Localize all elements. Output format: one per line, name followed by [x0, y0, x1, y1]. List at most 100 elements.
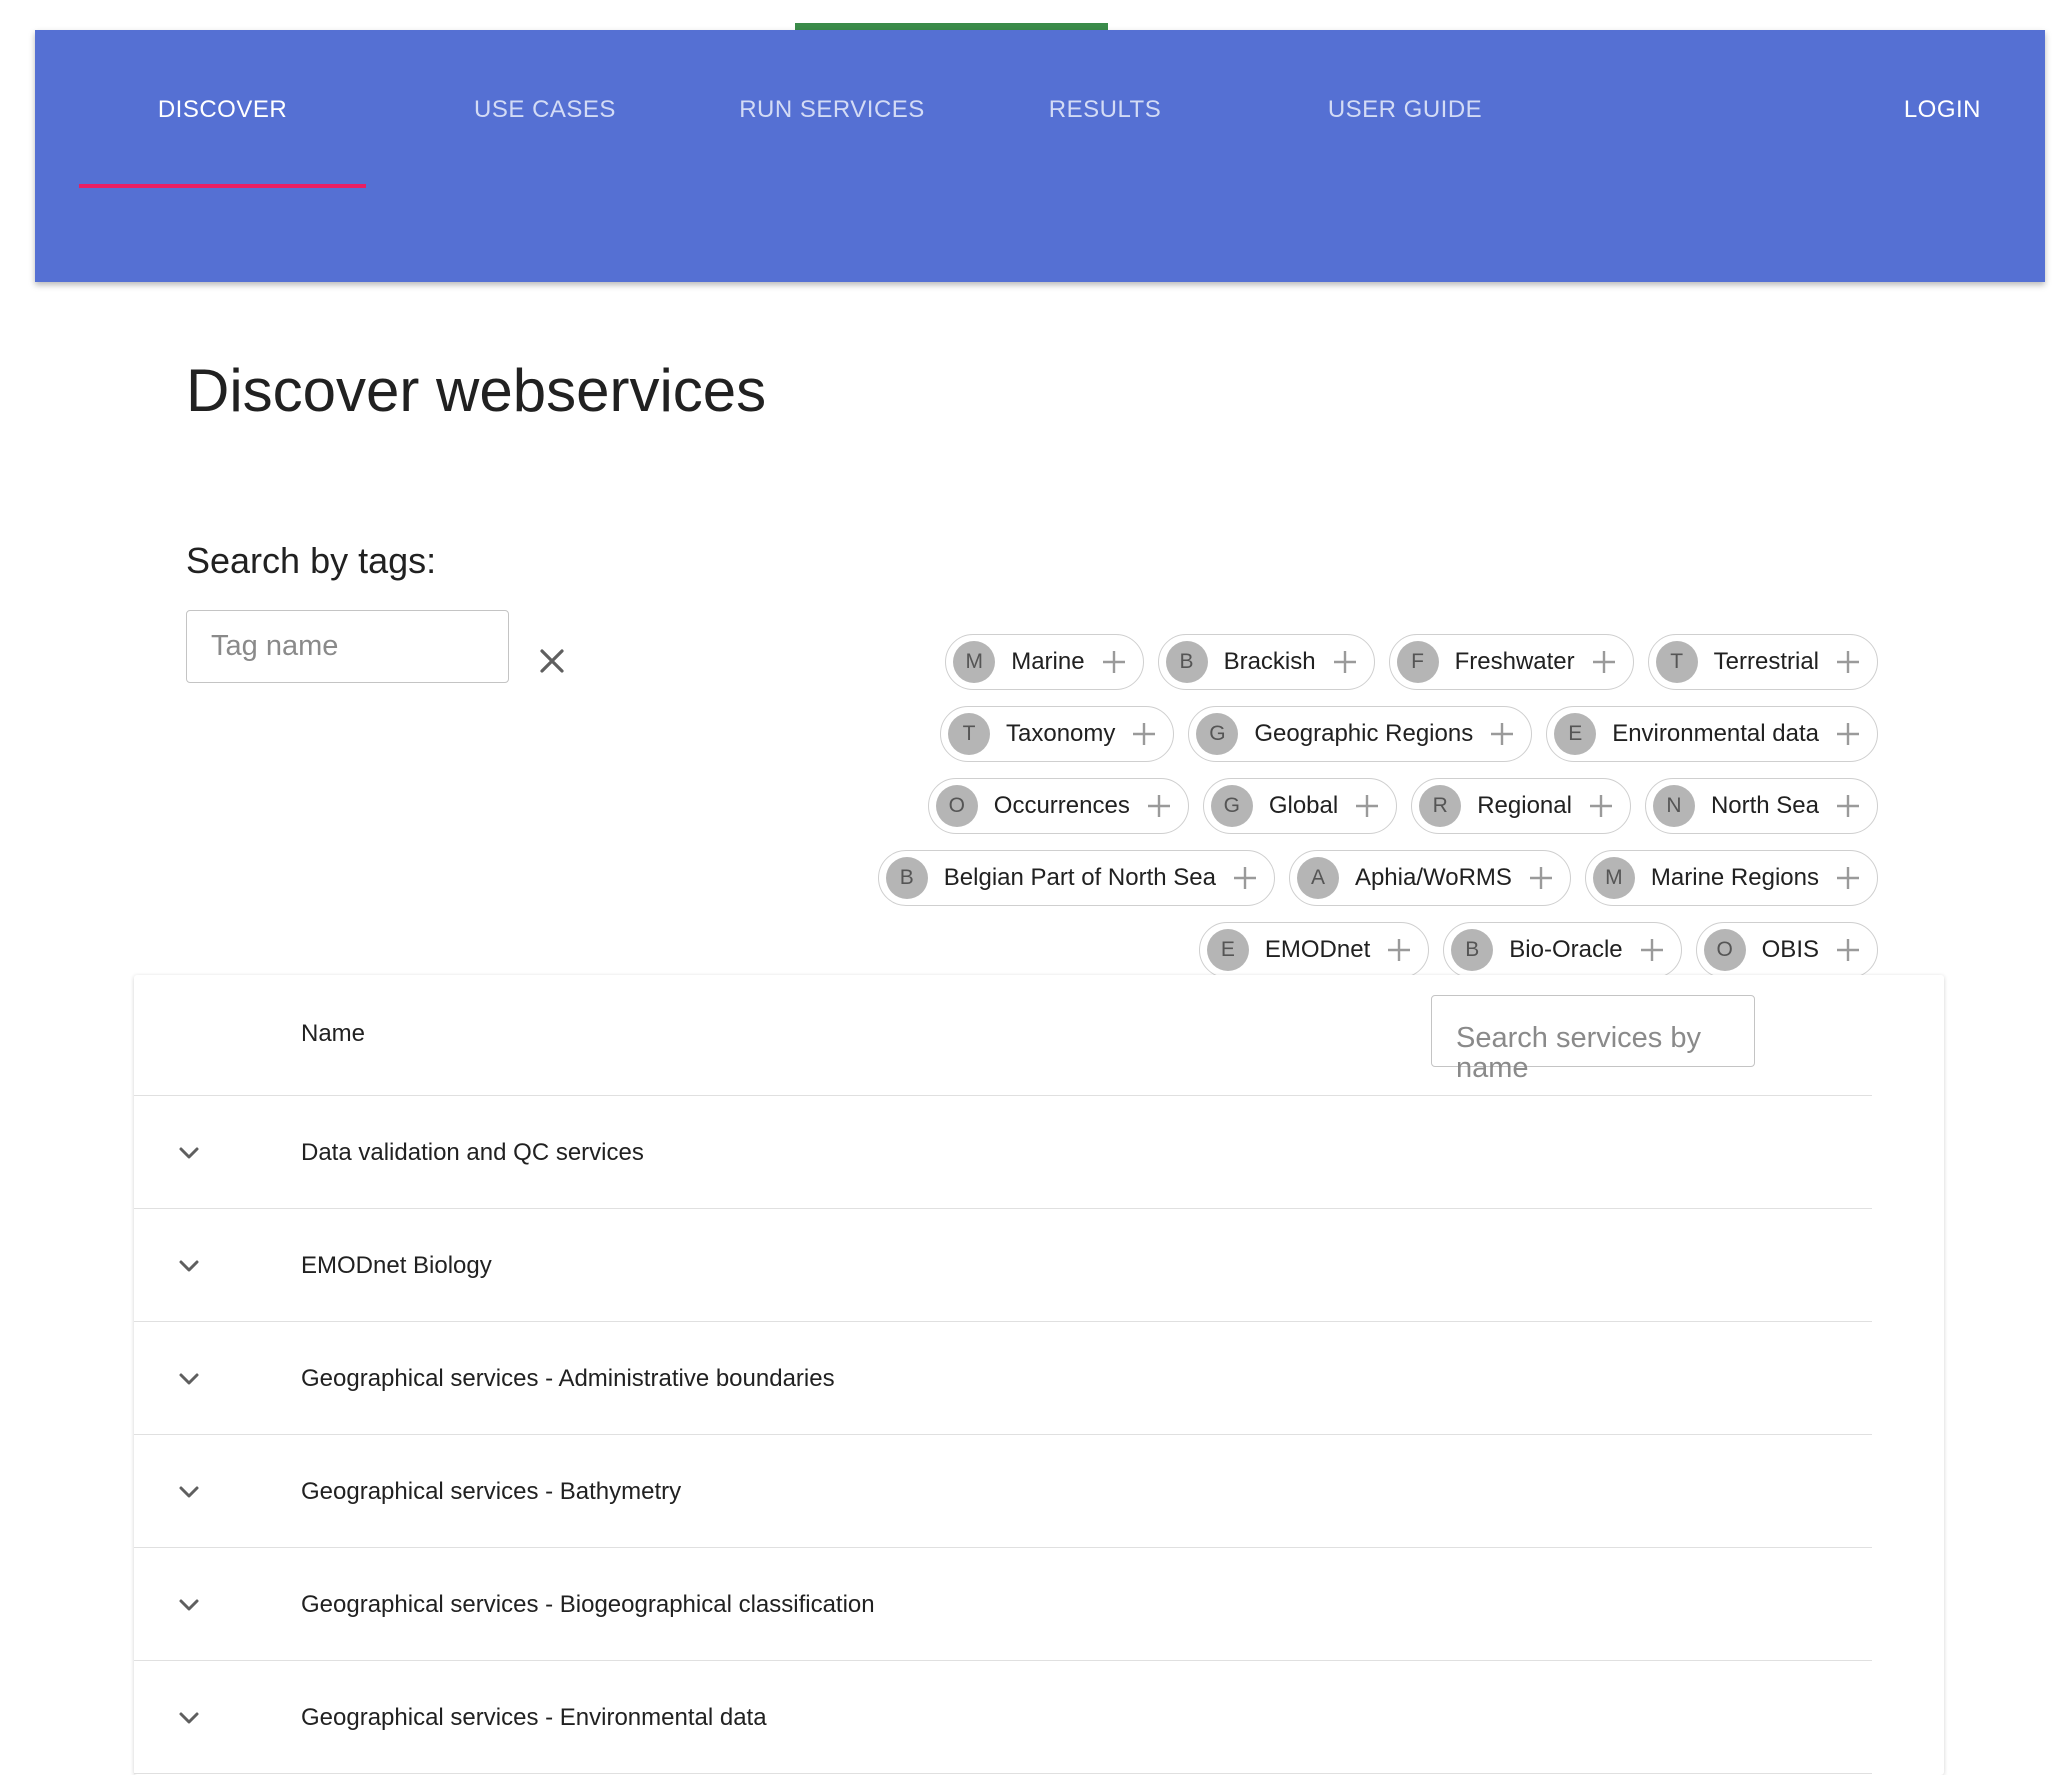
search-by-tags-label: Search by tags:	[186, 540, 437, 581]
table-row[interactable]: EMODnet Biology	[134, 1209, 1872, 1322]
page-title: Discover webservices	[186, 357, 767, 424]
tag-chip-label: Bio-Oracle	[1509, 936, 1623, 963]
table-header: Name Search services by name	[134, 975, 1872, 1096]
tag-chip-avatar: T	[1655, 641, 1698, 683]
service-group-label: Geographical services - Biogeographical …	[301, 1590, 875, 1618]
tag-chip-avatar: M	[1592, 857, 1635, 899]
chevron-down-icon[interactable]	[174, 1251, 204, 1281]
column-header-name: Name	[301, 1020, 366, 1047]
tag-chip[interactable]: O Occurrences	[927, 778, 1189, 834]
tag-chip-label: Geographic Regions	[1254, 720, 1474, 747]
service-group-label: Geographical services - Bathymetry	[301, 1477, 682, 1505]
tag-chip-label: Environmental data	[1612, 720, 1819, 747]
plus-icon[interactable]	[1835, 793, 1861, 819]
tag-chip[interactable]: E Environmental data	[1546, 706, 1878, 762]
tag-chip-label: Terrestrial	[1713, 648, 1819, 675]
tag-chip[interactable]: T Terrestrial	[1647, 634, 1878, 690]
tag-chip-label: Freshwater	[1454, 648, 1575, 675]
tag-chip-avatar: E	[1206, 929, 1249, 971]
tag-chip[interactable]: B Brackish	[1157, 634, 1375, 690]
table-row[interactable]: Geographical services - Environmental da…	[134, 1661, 1872, 1774]
tab-run-services[interactable]: RUN SERVICES	[702, 30, 962, 190]
plus-icon[interactable]	[1489, 721, 1515, 747]
table-row[interactable]: Geographical services - Bathymetry	[134, 1435, 1872, 1548]
plus-icon[interactable]	[1835, 721, 1861, 747]
active-tab-indicator	[79, 184, 366, 188]
top-navbar: DISCOVER USE CASES RUN SERVICES RESULTS …	[35, 30, 2045, 282]
plus-icon[interactable]	[1835, 649, 1861, 675]
tag-chip-avatar: O	[935, 785, 978, 827]
tag-chip-label: Regional	[1477, 792, 1572, 819]
chevron-down-icon[interactable]	[174, 1703, 204, 1733]
plus-icon[interactable]	[1354, 793, 1380, 819]
tag-chip-label: Brackish	[1223, 648, 1316, 675]
service-group-label: Data validation and QC services	[301, 1138, 644, 1166]
tag-chip-label: Aphia/WoRMS	[1354, 864, 1512, 891]
top-accent-bar	[795, 23, 1108, 30]
tab-discover[interactable]: DISCOVER	[79, 30, 366, 190]
tag-chip-avatar: M	[953, 641, 996, 683]
tab-user-guide[interactable]: USER GUIDE	[1280, 30, 1530, 190]
tag-chip-avatar: R	[1419, 785, 1462, 827]
tag-chip[interactable]: M Marine	[945, 634, 1144, 690]
tag-chip-label: Occurrences	[993, 792, 1130, 819]
plus-icon[interactable]	[1332, 649, 1358, 675]
tag-chip-label: EMODnet	[1264, 936, 1371, 963]
clear-icon[interactable]	[532, 641, 572, 681]
plus-icon[interactable]	[1528, 865, 1554, 891]
service-group-label: EMODnet Biology	[301, 1251, 492, 1279]
tag-chip-label: Marine	[1011, 648, 1085, 675]
tag-chip[interactable]: A Aphia/WoRMS	[1288, 850, 1571, 906]
plus-icon[interactable]	[1588, 793, 1614, 819]
plus-icon[interactable]	[1591, 649, 1617, 675]
login-button[interactable]: LOGIN	[1904, 30, 1981, 190]
tag-chip-list: M Marine B Brackish F Freshwater T Terrestrial T…	[700, 634, 1878, 978]
tag-chip[interactable]: T Taxonomy	[940, 706, 1175, 762]
tag-chip-label: Belgian Part of North Sea	[943, 864, 1216, 891]
tag-chip[interactable]: M Marine Regions	[1584, 850, 1878, 906]
tag-chip-avatar: O	[1703, 929, 1746, 971]
chevron-down-icon[interactable]	[174, 1138, 204, 1168]
tag-chip-label: Global	[1268, 792, 1339, 819]
plus-icon[interactable]	[1232, 865, 1258, 891]
tag-chip-avatar: E	[1554, 713, 1597, 755]
tag-chip[interactable]: O OBIS	[1695, 922, 1878, 978]
tab-results[interactable]: RESULTS	[1005, 30, 1205, 190]
tag-chip[interactable]: B Belgian Part of North Sea	[877, 850, 1275, 906]
plus-icon[interactable]	[1101, 649, 1127, 675]
plus-icon[interactable]	[1146, 793, 1172, 819]
chevron-down-icon[interactable]	[174, 1590, 204, 1620]
chevron-down-icon[interactable]	[174, 1364, 204, 1394]
tag-chip-label: Marine Regions	[1650, 864, 1819, 891]
table-row[interactable]: Data validation and QC services	[134, 1096, 1872, 1209]
tag-chip[interactable]: N North Sea	[1644, 778, 1878, 834]
plus-icon[interactable]	[1835, 937, 1861, 963]
tag-chip[interactable]: F Freshwater	[1388, 634, 1634, 690]
tab-use-cases[interactable]: USE CASES	[430, 30, 660, 190]
plus-icon[interactable]	[1386, 937, 1412, 963]
tag-chip[interactable]: E EMODnet	[1198, 922, 1430, 978]
chevron-down-icon[interactable]	[174, 1477, 204, 1507]
service-group-label: Geographical services - Environmental da…	[301, 1703, 767, 1731]
tag-chip-avatar: B	[1165, 641, 1208, 683]
tag-chip[interactable]: G Geographic Regions	[1188, 706, 1533, 762]
plus-icon[interactable]	[1131, 721, 1157, 747]
tag-chip-label: OBIS	[1761, 936, 1819, 963]
tag-chip-avatar: G	[1210, 785, 1253, 827]
service-search-input[interactable]: Search services by name	[1431, 995, 1755, 1083]
tag-chip-avatar: B	[885, 857, 928, 899]
tag-chip-avatar: T	[948, 713, 990, 755]
tag-chip[interactable]: B Bio-Oracle	[1443, 922, 1682, 978]
plus-icon[interactable]	[1639, 937, 1665, 963]
tag-chip-avatar: N	[1652, 785, 1695, 827]
tag-chip-avatar: F	[1396, 641, 1439, 683]
tag-chip-label: Taxonomy	[1006, 720, 1116, 747]
service-group-label: Geographical services - Administrative b…	[301, 1364, 835, 1392]
table-row[interactable]: Geographical services - Biogeographical …	[134, 1548, 1872, 1661]
tag-chip-avatar: B	[1451, 929, 1494, 971]
tag-chip[interactable]: G Global	[1202, 778, 1398, 834]
tag-chip[interactable]: R Regional	[1411, 778, 1631, 834]
plus-icon[interactable]	[1835, 865, 1861, 891]
table-row[interactable]: Geographical services - Administrative b…	[134, 1322, 1872, 1435]
tag-name-input[interactable]	[186, 610, 509, 683]
